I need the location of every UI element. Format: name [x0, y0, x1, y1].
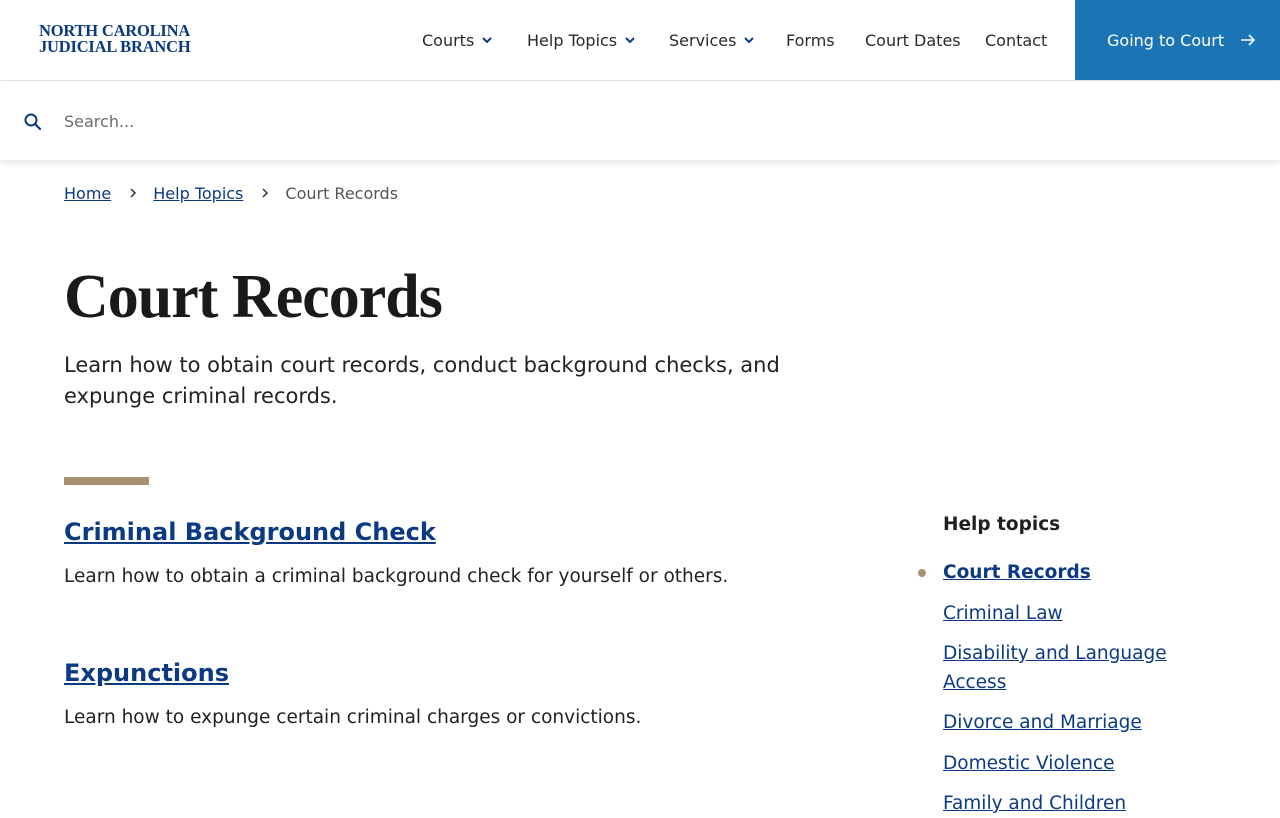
search-input[interactable] — [64, 107, 1244, 135]
topic-card: Expunctions Learn how to expunge certain… — [64, 657, 844, 728]
going-to-court-button[interactable]: Going to Court — [1075, 0, 1280, 80]
nav-label-courts: Courts — [422, 30, 475, 50]
nav-label-forms: Forms — [786, 30, 835, 50]
chevron-right-icon — [130, 188, 137, 198]
breadcrumb-help-topics-link[interactable]: Help Topics — [153, 184, 243, 203]
logo-line-2: JUDICIAL BRANCH — [39, 37, 191, 56]
topic-heading: Expunctions — [64, 657, 844, 689]
search-bar — [0, 81, 1280, 161]
topic-description: Learn how to obtain a criminal backgroun… — [64, 566, 729, 587]
topic-link-expunctions[interactable]: Expunctions — [64, 659, 229, 687]
breadcrumb: Home Help Topics Court Records — [64, 183, 398, 203]
chevron-down-icon — [482, 37, 493, 44]
topic-heading: Criminal Background Check — [64, 516, 844, 548]
arrow-right-icon — [1241, 34, 1256, 46]
sidebar-link-divorce-marriage[interactable]: Divorce and Marriage — [943, 712, 1142, 733]
sidebar-link-court-records[interactable]: Court Records — [943, 562, 1091, 583]
going-to-court-label: Going to Court — [1107, 30, 1225, 50]
nav-item-services[interactable]: Services — [669, 30, 755, 50]
sidebar-link-disability-language[interactable]: Disability and Language Access — [943, 643, 1167, 693]
page-title: Court Records — [64, 263, 443, 331]
nav-item-courts[interactable]: Courts — [422, 30, 493, 50]
sidebar-item-domestic-violence: Domestic Violence — [943, 749, 1203, 778]
topic-link-criminal-background-check[interactable]: Criminal Background Check — [64, 518, 436, 546]
topic-card: Criminal Background Check Learn how to o… — [64, 516, 844, 587]
nav-item-forms[interactable]: Forms — [786, 30, 835, 50]
sidebar-link-criminal-law[interactable]: Criminal Law — [943, 603, 1063, 624]
sidebar-link-family-children[interactable]: Family and Children — [943, 793, 1126, 814]
nav-item-court-dates[interactable]: Court Dates — [865, 30, 961, 50]
sidebar-link-domestic-violence[interactable]: Domestic Violence — [943, 753, 1115, 774]
topic-description: Learn how to expunge certain criminal ch… — [64, 707, 642, 728]
sidebar-item-divorce-marriage: Divorce and Marriage — [943, 708, 1203, 737]
nav-label-help-topics: Help Topics — [527, 30, 618, 50]
search-icon[interactable] — [24, 113, 41, 130]
page-intro: Learn how to obtain court records, condu… — [64, 353, 780, 408]
sidebar-title: Help topics — [943, 514, 1061, 535]
site-header: NORTH CAROLINA JUDICIAL BRANCH Courts He… — [0, 0, 1280, 81]
active-bullet-icon — [918, 569, 926, 577]
sidebar-item-family-children: Family and Children — [943, 789, 1203, 818]
sidebar-item-disability-language: Disability and Language Access — [943, 639, 1203, 697]
accent-divider — [64, 477, 149, 485]
chevron-right-icon — [262, 188, 269, 198]
sidebar-item-criminal-law: Criminal Law — [943, 599, 1203, 628]
chevron-down-icon — [744, 37, 755, 44]
breadcrumb-current: Court Records — [285, 183, 399, 203]
sidebar-item-court-records: Court Records — [918, 558, 1203, 587]
site-logo[interactable]: NORTH CAROLINA JUDICIAL BRANCH — [39, 22, 191, 56]
chevron-down-icon — [625, 37, 635, 44]
nav-item-help-topics[interactable]: Help Topics — [527, 30, 636, 50]
breadcrumb-home-link[interactable]: Home — [64, 184, 111, 203]
nav-item-contact[interactable]: Contact — [985, 30, 1047, 50]
nav-label-services: Services — [669, 30, 737, 50]
nav-label-contact: Contact — [985, 30, 1048, 50]
nav-label-court-dates: Court Dates — [865, 30, 961, 50]
